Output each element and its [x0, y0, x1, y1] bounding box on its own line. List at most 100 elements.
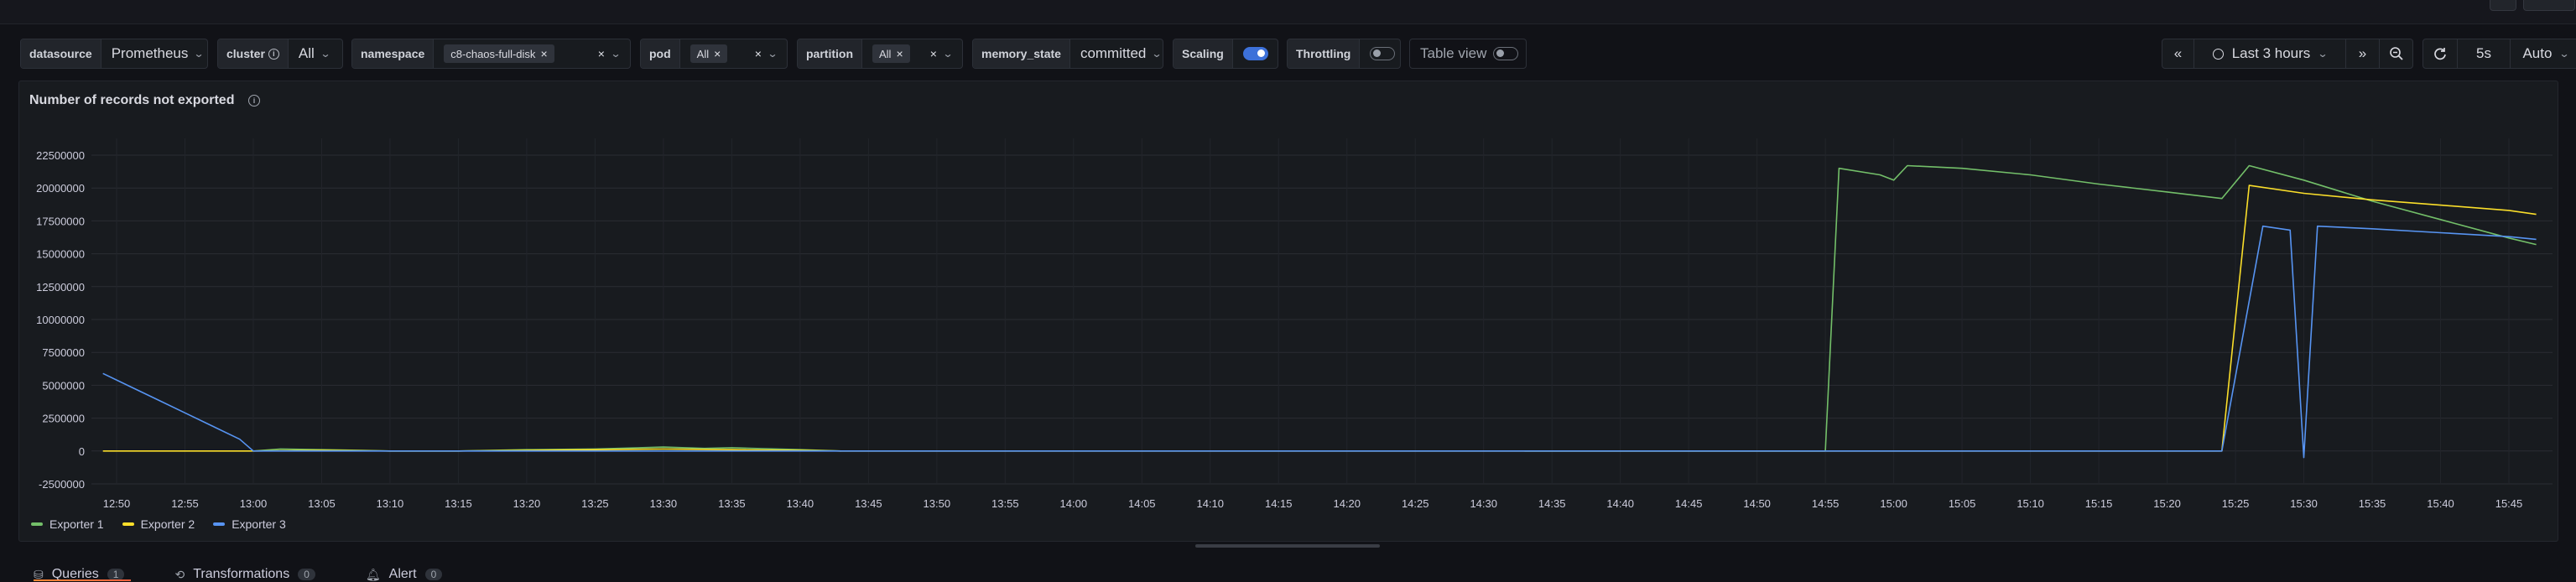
zoom-out-icon: [2389, 47, 2403, 60]
x-tick-label: 13:25: [581, 497, 609, 509]
var-label: pod: [641, 39, 680, 68]
x-tick-label: 15:15: [2085, 497, 2113, 509]
var-partition-select[interactable]: All × × ⌄: [862, 39, 962, 68]
var-value: Prometheus: [111, 45, 189, 61]
time-picker: « Last 3 hours ⌄ »: [2162, 39, 2413, 69]
var-pod[interactable]: pod All × × ⌄: [640, 39, 788, 69]
throttling-toggle[interactable]: [1370, 47, 1396, 60]
time-shift-back-button[interactable]: «: [2162, 39, 2195, 68]
x-tick-label: 14:30: [1470, 497, 1497, 509]
var-label: partition: [798, 39, 862, 68]
chevron-down-icon: ⌄: [320, 48, 331, 60]
var-memory-state[interactable]: memory_state committed ⌄: [972, 39, 1163, 69]
var-value: committed: [1080, 45, 1147, 61]
legend-label: Exporter 1: [49, 517, 104, 531]
toggle-knob: [1496, 49, 1505, 57]
zoom-out-button[interactable]: [2380, 39, 2412, 68]
series-line-exporter-1: [252, 164, 2537, 452]
x-tick-label: 13:05: [308, 497, 336, 509]
x-tick-label: 13:15: [445, 497, 472, 509]
chevron-down-icon: ⌄: [942, 48, 954, 60]
y-tick-label: -2500000: [39, 478, 85, 491]
x-tick-label: 13:55: [991, 497, 1019, 509]
timeseries-panel[interactable]: Number of records not exported i 2250000…: [18, 81, 2558, 542]
x-tick-label: 14:55: [1812, 497, 1840, 509]
x-tick-label: 14:00: [1060, 497, 1088, 509]
remove-chip-icon[interactable]: ×: [540, 47, 547, 60]
y-tick-label: 7500000: [42, 346, 85, 359]
time-range-button[interactable]: Last 3 hours ⌄: [2194, 39, 2347, 68]
remove-chip-icon[interactable]: ×: [896, 47, 903, 60]
legend-swatch: [213, 522, 226, 526]
legend-item[interactable]: Exporter 1: [31, 517, 104, 531]
var-memory-state-select[interactable]: committed ⌄: [1070, 39, 1163, 68]
table-view-wrap: Table view: [1410, 39, 1526, 68]
clear-icon[interactable]: ×: [930, 47, 937, 60]
var-label: Throttling: [1288, 39, 1361, 68]
var-chip: All ×: [690, 44, 728, 63]
chart-area[interactable]: 22500000 20000000 17500000 15000000 12500000…: [19, 81, 2559, 509]
info-icon[interactable]: i: [268, 48, 279, 60]
clear-icon[interactable]: ×: [598, 47, 605, 60]
y-tick-label: 2500000: [42, 413, 85, 425]
table-view-control[interactable]: Table view: [1409, 39, 1527, 69]
chevron-down-icon: ⌄: [193, 48, 205, 60]
refresh-mode-select[interactable]: Auto ⌄: [2511, 39, 2576, 68]
var-cluster-select[interactable]: All ⌄: [289, 39, 340, 68]
chevron-down-icon: ⌄: [610, 48, 622, 60]
legend-item[interactable]: Exporter 2: [122, 517, 195, 531]
panel-resize-handle[interactable]: [1195, 544, 1380, 548]
var-datasource[interactable]: datasource Prometheus ⌄: [20, 39, 208, 69]
var-pod-select[interactable]: All × × ⌄: [680, 39, 787, 68]
var-chip: c8-chaos-full-disk ×: [444, 44, 554, 63]
var-namespace[interactable]: namespace c8-chaos-full-disk × × ⌄: [351, 39, 631, 69]
series-line-exporter-3: [102, 225, 2537, 459]
x-tick-label: 14:20: [1333, 497, 1361, 509]
var-label: namespace: [352, 39, 435, 68]
var-throttling[interactable]: Throttling: [1287, 39, 1401, 69]
top-edit-button[interactable]: [2490, 0, 2516, 11]
x-tick-label: 15:35: [2359, 497, 2386, 509]
clear-icon[interactable]: ×: [755, 47, 762, 60]
top-save-button[interactable]: [2523, 0, 2575, 11]
time-range-label: Last 3 hours: [2231, 45, 2311, 61]
var-datasource-select[interactable]: Prometheus ⌄: [101, 39, 207, 68]
time-shift-forward-button[interactable]: »: [2346, 39, 2381, 68]
x-tick-label: 13:10: [377, 497, 404, 509]
scaling-toggle[interactable]: [1242, 47, 1268, 60]
table-view-toggle[interactable]: [1493, 47, 1519, 60]
x-tick-label: 15:25: [2222, 497, 2250, 509]
refresh-picker: 5s Auto ⌄: [2422, 39, 2576, 69]
tab-transformations[interactable]: ⟲ Transformations 0: [174, 567, 315, 582]
y-tick-label: 20000000: [36, 182, 85, 195]
tab-count: 0: [424, 569, 443, 580]
tab-alert[interactable]: 🔔︎ Alert 0: [366, 567, 443, 582]
refresh-mode-value: Auto: [2522, 45, 2553, 61]
x-tick-label: 14:50: [1743, 497, 1771, 509]
x-tick-label: 12:55: [171, 497, 199, 509]
x-tick-label: 15:45: [2495, 497, 2523, 509]
y-tick-label: 0: [79, 445, 85, 458]
var-scaling[interactable]: Scaling: [1173, 39, 1278, 69]
x-tick-label: 15:00: [1880, 497, 1907, 509]
y-tick-label: 17500000: [36, 215, 85, 227]
remove-chip-icon[interactable]: ×: [714, 47, 721, 60]
var-partition[interactable]: partition All × × ⌄: [797, 39, 963, 69]
x-tick-label: 14:40: [1606, 497, 1634, 509]
table-view-label: Table view: [1420, 45, 1487, 61]
refresh-interval-value: 5s: [2476, 45, 2491, 61]
x-tick-label: 15:20: [2153, 497, 2181, 509]
var-cluster[interactable]: cluster i All ⌄: [217, 39, 343, 69]
x-tick-label: 15:40: [2427, 497, 2454, 509]
var-namespace-select[interactable]: c8-chaos-full-disk × × ⌄: [434, 39, 630, 68]
x-tick-label: 14:25: [1402, 497, 1429, 509]
variables-toolbar: datasource Prometheus ⌄ cluster i All ⌄ nam…: [20, 39, 2576, 69]
scaling-toggle-wrap: [1233, 39, 1278, 68]
y-tick-label: 15000000: [36, 248, 85, 261]
refresh-button[interactable]: [2423, 39, 2458, 68]
refresh-interval[interactable]: 5s: [2458, 39, 2511, 68]
var-label: datasource: [21, 39, 101, 68]
tab-label: Alert: [388, 567, 417, 581]
legend-item[interactable]: Exporter 3: [213, 517, 286, 531]
x-tick-label: 13:40: [787, 497, 814, 509]
